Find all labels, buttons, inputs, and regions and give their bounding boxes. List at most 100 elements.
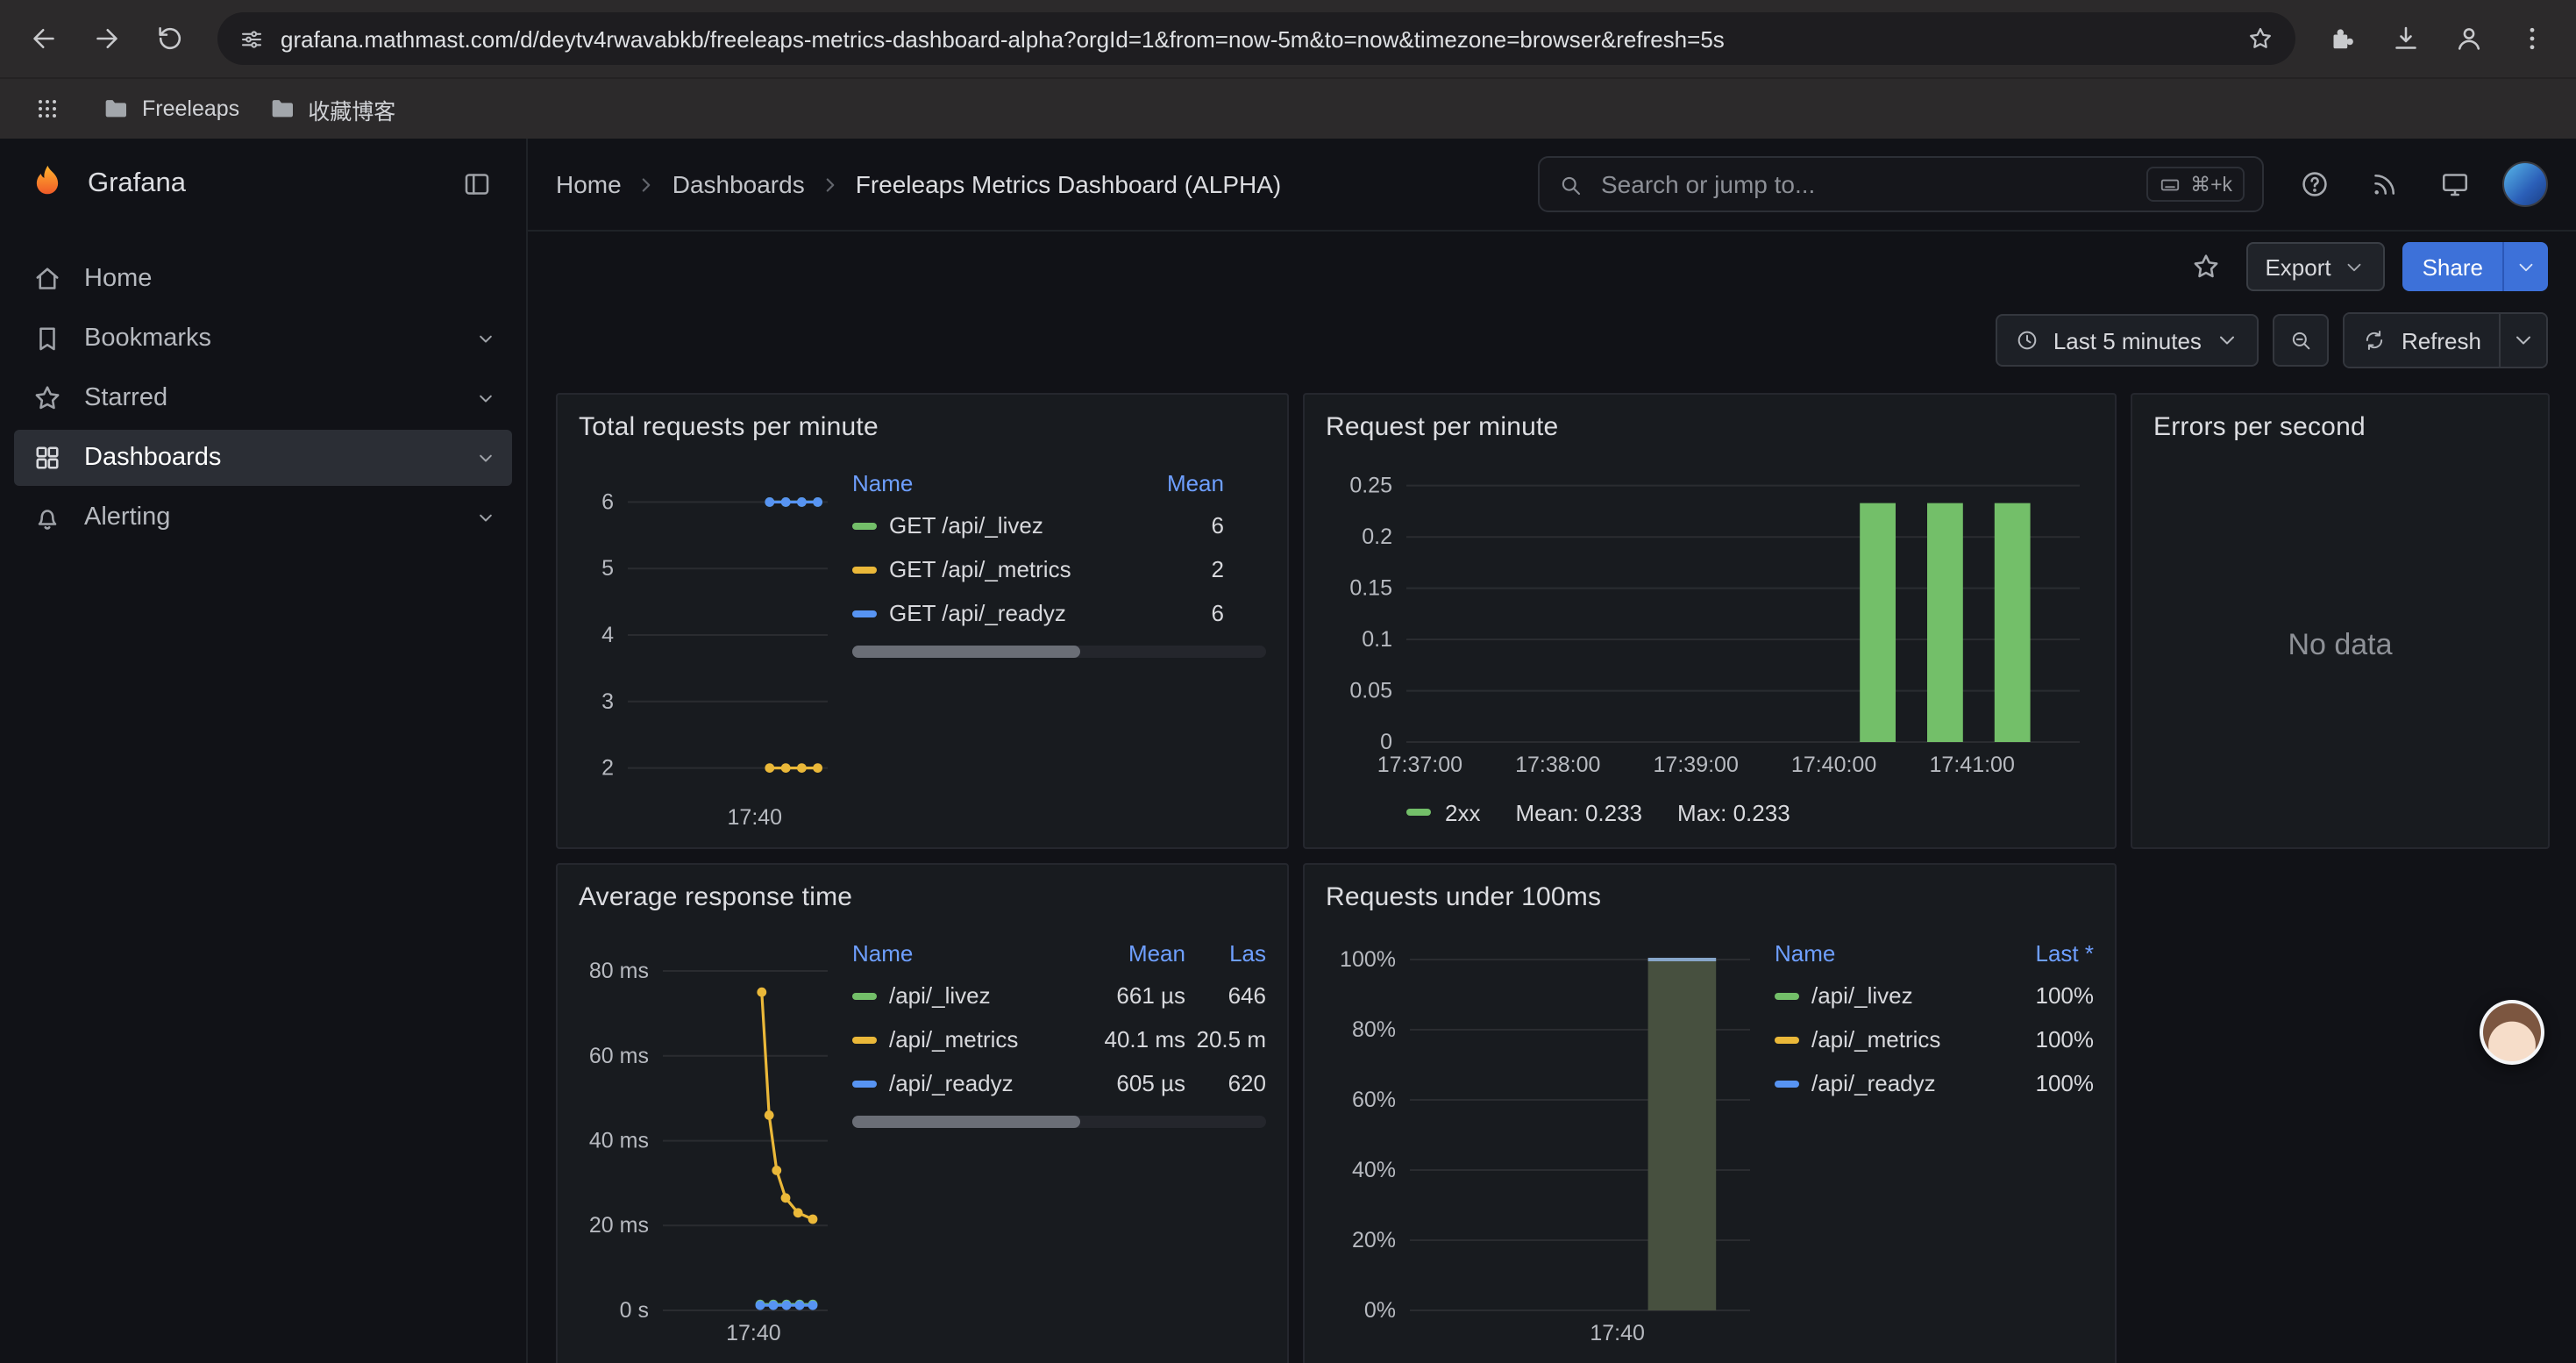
favorite-star-icon[interactable] xyxy=(2182,244,2228,289)
chevron-right-icon xyxy=(819,173,842,196)
legend-row[interactable]: GET /api/_livez 6 xyxy=(852,503,1266,547)
bookmark-star-icon[interactable] xyxy=(2246,25,2274,53)
scrollbar-thumb[interactable] xyxy=(852,646,1080,658)
panel-title[interactable]: Request per minute xyxy=(1326,409,2094,447)
legend-table: Name Mean GET /api/_livez 6 GET /api/_me… xyxy=(852,458,1266,833)
refresh-interval-chevron[interactable] xyxy=(2499,314,2546,367)
export-button[interactable]: Export xyxy=(2245,242,2385,291)
legend-row[interactable]: /api/_livez 661 µs 646 xyxy=(852,974,1266,1017)
dock-menu-icon[interactable] xyxy=(452,160,502,209)
legend-col-name[interactable]: Name xyxy=(1775,939,1992,966)
bell-icon xyxy=(32,502,63,533)
panel-title[interactable]: Total requests per minute xyxy=(579,409,1266,447)
user-avatar[interactable] xyxy=(2502,161,2548,207)
legend-col-last[interactable]: Last * xyxy=(1992,939,2094,966)
bookmark-folder-freeleaps[interactable]: Freeleaps xyxy=(102,95,239,123)
svg-text:17:38:00: 17:38:00 xyxy=(1515,753,1600,777)
svg-text:5: 5 xyxy=(601,556,614,581)
legend-col-mean[interactable]: Mean xyxy=(1080,939,1185,966)
monitor-icon[interactable] xyxy=(2432,161,2478,207)
svg-text:3: 3 xyxy=(601,689,614,714)
svg-text:40 ms: 40 ms xyxy=(589,1129,649,1153)
legend-row[interactable]: GET /api/_metrics 2 xyxy=(852,547,1266,591)
grafana-logo[interactable] xyxy=(25,161,70,207)
bar-chart[interactable]: 100%80%60%40%20%0%17:40 xyxy=(1326,928,1764,1349)
svg-text:60%: 60% xyxy=(1352,1088,1396,1112)
forward-button[interactable] xyxy=(81,12,133,65)
series-swatch xyxy=(852,566,877,573)
panel-title[interactable]: Errors per second xyxy=(2153,409,2527,447)
downloads-icon[interactable] xyxy=(2380,12,2432,65)
time-range-picker[interactable]: Last 5 minutes xyxy=(1996,314,2259,367)
legend-row[interactable]: /api/_readyz 100% xyxy=(1775,1061,2094,1105)
svg-text:0.15: 0.15 xyxy=(1349,576,1392,601)
bookmark-folder-blogs[interactable]: 收藏博客 xyxy=(267,92,395,125)
share-split-button: Share xyxy=(2403,242,2548,291)
assistant-avatar[interactable] xyxy=(2480,1000,2544,1065)
extensions-icon[interactable] xyxy=(2316,12,2369,65)
legend-col-last[interactable]: Las xyxy=(1185,939,1266,966)
sidebar-item-alerting[interactable]: Alerting xyxy=(14,489,512,546)
legend-row[interactable]: /api/_metrics 40.1 ms 20.5 m xyxy=(852,1017,1266,1061)
chevron-down-icon[interactable] xyxy=(473,386,498,410)
help-icon[interactable] xyxy=(2292,161,2338,207)
breadcrumb-home[interactable]: Home xyxy=(556,170,622,198)
profile-icon[interactable] xyxy=(2443,12,2495,65)
svg-text:60 ms: 60 ms xyxy=(589,1044,649,1068)
apps-grid-icon[interactable] xyxy=(21,82,74,135)
avatar-face xyxy=(2483,1003,2541,1061)
breadcrumb-dashboards[interactable]: Dashboards xyxy=(672,170,805,198)
svg-text:17:39:00: 17:39:00 xyxy=(1654,753,1739,777)
chevron-down-icon[interactable] xyxy=(473,326,498,351)
bar-chart[interactable]: 0.250.20.150.10.05017:37:0017:38:0017:39… xyxy=(1326,458,2094,781)
bookmark-label: 收藏博客 xyxy=(308,92,395,125)
share-menu-chevron[interactable] xyxy=(2502,242,2548,291)
legend[interactable]: 2xx Mean: 0.233 Max: 0.233 xyxy=(1326,791,2094,833)
panel-title[interactable]: Average response time xyxy=(579,879,1266,917)
scrollbar-thumb[interactable] xyxy=(852,1116,1080,1128)
sidebar-nav: Home Bookmarks Starred Dashboards xyxy=(0,230,526,546)
series-swatch xyxy=(852,610,877,617)
menu-kebab-icon[interactable] xyxy=(2506,12,2558,65)
search-bar[interactable]: ⌘+k xyxy=(1538,156,2264,212)
svg-text:17:40: 17:40 xyxy=(728,805,783,830)
legend-row[interactable]: GET /api/_readyz 6 xyxy=(852,591,1266,635)
timeseries-chart[interactable]: 80 ms60 ms40 ms20 ms0 s17:40 xyxy=(579,928,842,1349)
search-input[interactable] xyxy=(1598,168,2132,200)
share-button[interactable]: Share xyxy=(2403,242,2502,291)
legend-row[interactable]: /api/_metrics 100% xyxy=(1775,1017,2094,1061)
panel-average-response-time: Average response time 80 ms60 ms40 ms20 … xyxy=(556,863,1289,1363)
url-bar[interactable]: grafana.mathmast.com/d/deytv4rwavabkb/fr… xyxy=(217,12,2295,65)
svg-text:0.1: 0.1 xyxy=(1362,627,1392,652)
zoom-out-button[interactable] xyxy=(2274,314,2330,367)
legend-col-name[interactable]: Name xyxy=(852,469,1126,496)
svg-text:4: 4 xyxy=(601,623,614,647)
panel-title[interactable]: Requests under 100ms xyxy=(1326,879,2094,917)
timeseries-chart[interactable]: 6543217:40 xyxy=(579,458,842,833)
legend-scrollbar[interactable] xyxy=(852,1116,1266,1128)
svg-text:17:37:00: 17:37:00 xyxy=(1377,753,1462,777)
chevron-down-icon[interactable] xyxy=(473,505,498,530)
refresh-button[interactable]: Refresh xyxy=(2345,314,2499,367)
series-swatch xyxy=(1406,809,1431,816)
legend-col-mean[interactable]: Mean xyxy=(1126,469,1224,496)
legend-table: Name Last * /api/_livez 100% /api/_metri… xyxy=(1775,928,2094,1363)
site-settings-icon[interactable] xyxy=(238,25,265,52)
svg-text:0.05: 0.05 xyxy=(1349,679,1392,703)
legend-row[interactable]: /api/_readyz 605 µs 620 xyxy=(852,1061,1266,1105)
chevron-down-icon[interactable] xyxy=(473,446,498,470)
sidebar-item-bookmarks[interactable]: Bookmarks xyxy=(14,310,512,367)
reload-button[interactable] xyxy=(144,12,196,65)
svg-text:0: 0 xyxy=(1380,730,1392,754)
back-button[interactable] xyxy=(18,12,70,65)
series-swatch xyxy=(852,1036,877,1043)
rss-icon[interactable] xyxy=(2362,161,2408,207)
legend-scrollbar[interactable] xyxy=(852,646,1266,658)
legend-row[interactable]: /api/_livez 100% xyxy=(1775,974,2094,1017)
refresh-icon xyxy=(2363,328,2387,353)
legend-col-name[interactable]: Name xyxy=(852,939,1080,966)
sidebar-item-starred[interactable]: Starred xyxy=(14,370,512,426)
sidebar-item-home[interactable]: Home xyxy=(14,251,512,307)
sidebar-item-dashboards[interactable]: Dashboards xyxy=(14,430,512,486)
bookmark-icon xyxy=(32,323,63,354)
